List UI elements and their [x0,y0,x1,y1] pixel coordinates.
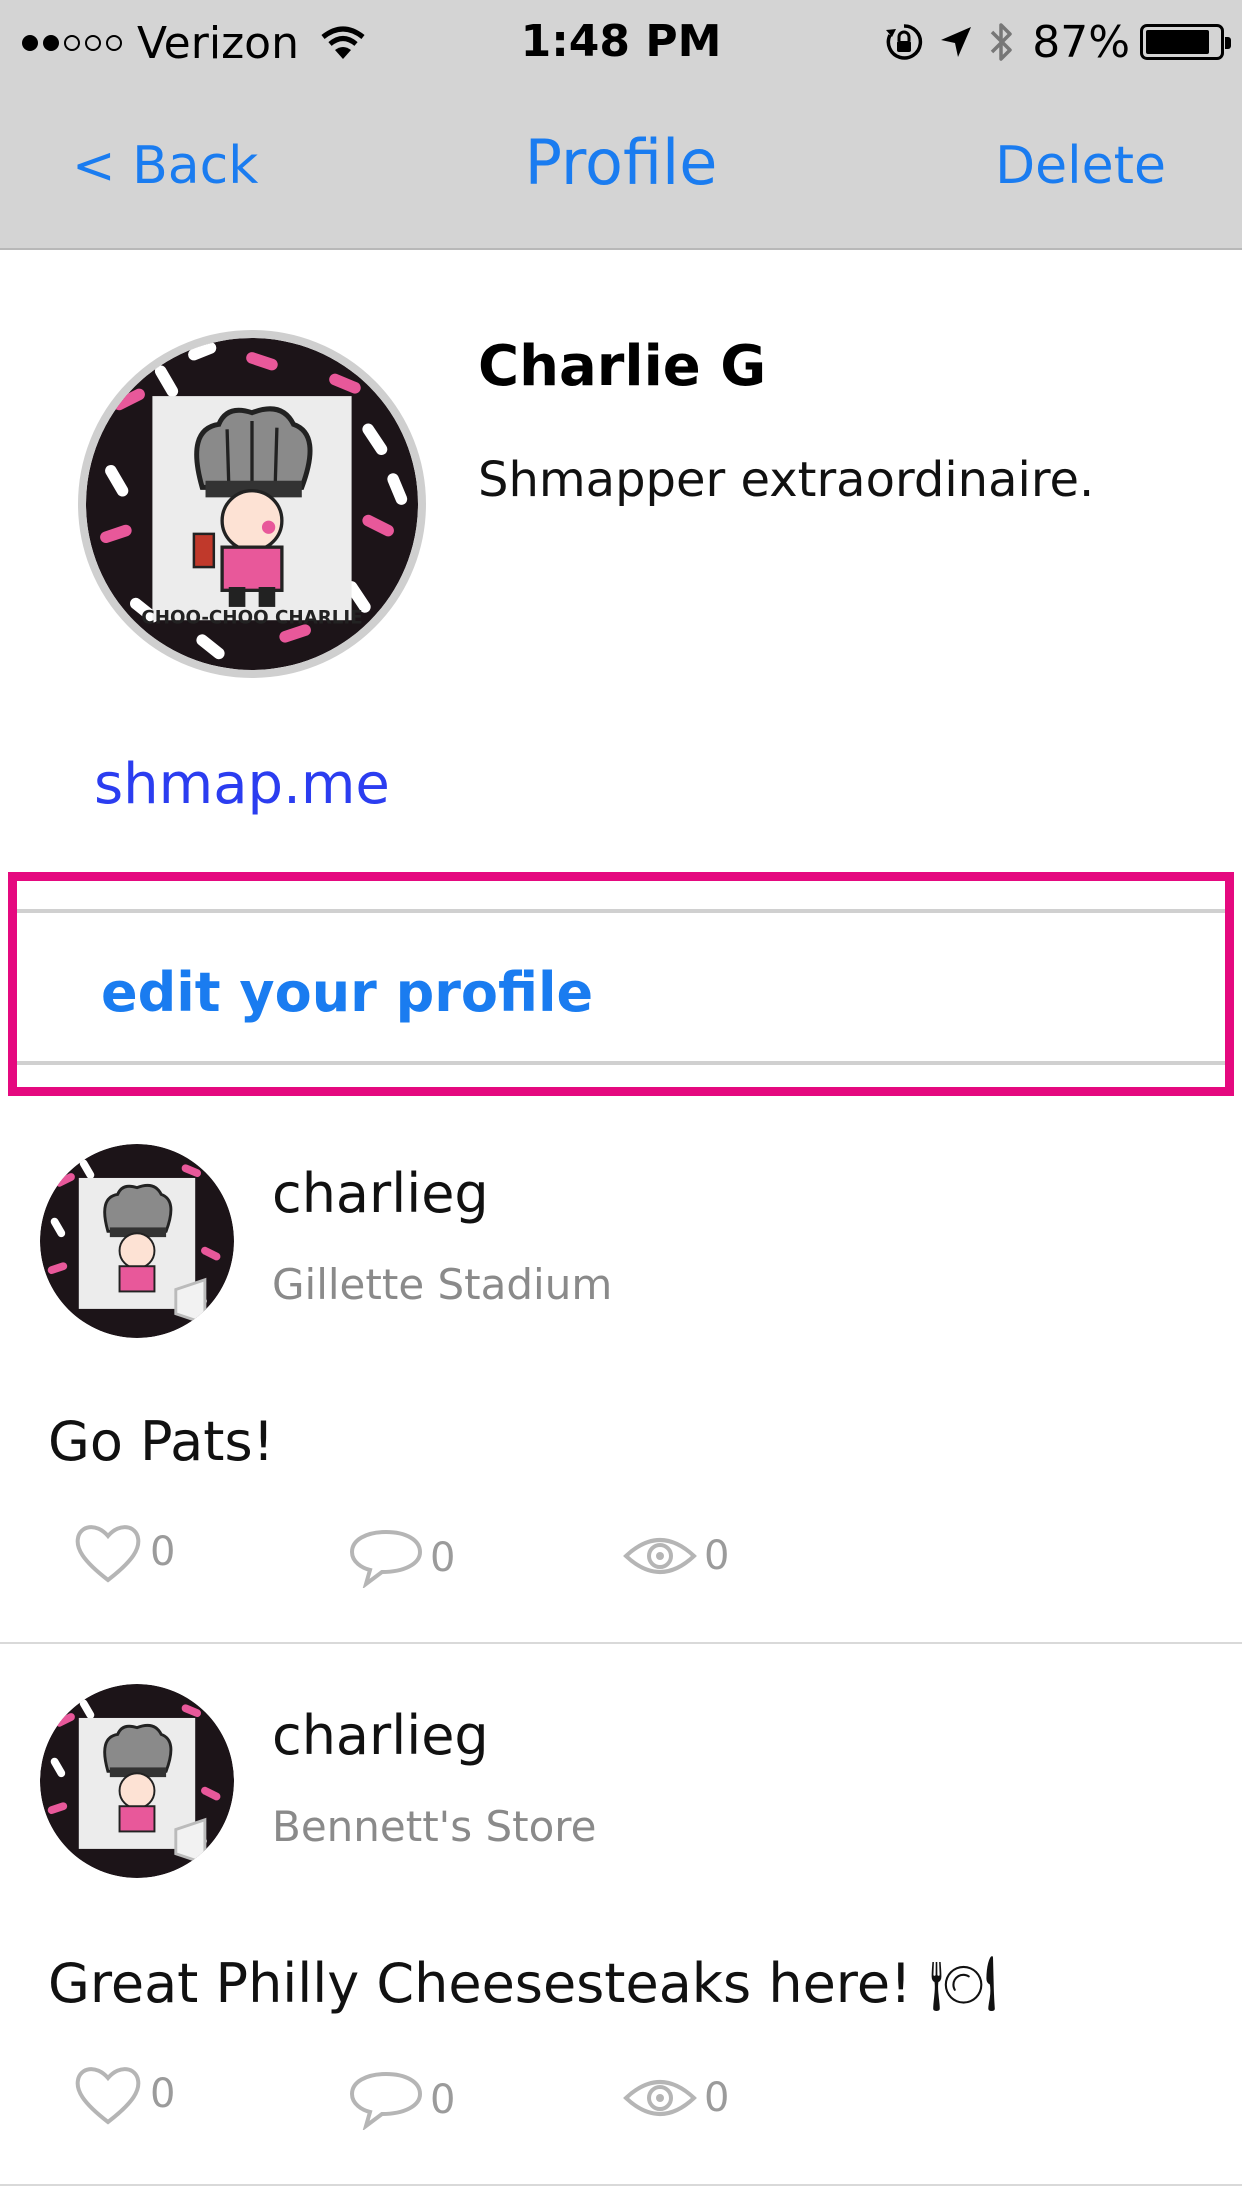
location-arrow-icon [941,27,972,57]
post-place[interactable]: Bennett's Store [272,1802,596,1851]
like-button[interactable]: 0 [72,2062,175,2126]
post-text: Go Pats! [48,1410,275,1473]
svg-text:CHOO-CHOO CHARLIE: CHOO-CHOO CHARLIE [141,608,362,629]
divider [0,2184,1242,2186]
post-item[interactable]: charlieg Bennett's Store Great Philly Ch… [0,1644,1242,2184]
eye-icon [623,1538,697,1574]
battery-fill [1146,30,1209,54]
avatar-image [40,1684,234,1878]
battery-icon [1140,24,1231,60]
comment-icon [349,1529,423,1588]
eye-icon [623,2080,697,2116]
view-count: 0 [704,2075,730,2121]
profile-website-link[interactable]: shmap.me [94,752,390,817]
post-avatar[interactable] [40,1684,234,1878]
comment-count: 0 [430,2077,456,2123]
navigation-bar: < Back Profile Delete [0,84,1242,250]
rotation-lock-icon [886,24,923,60]
like-count: 0 [150,1529,176,1575]
comment-button[interactable]: 0 [348,1528,455,1588]
battery-percent: 87% [1032,16,1130,68]
status-right: 87% [870,16,1231,68]
post-username[interactable]: charlieg [272,1704,489,1767]
edit-profile-button[interactable]: edit your profile [101,961,593,1024]
post-item[interactable]: charlieg Gillette Stadium Go Pats! 0 0 0 [0,1100,1242,1640]
profile-avatar[interactable]: CHOO-CHOO CHARLIE [78,330,426,678]
post-place[interactable]: Gillette Stadium [272,1260,612,1309]
post-text: Great Philly Cheesesteaks here! 🍽 [48,1952,998,2015]
heart-icon [75,2067,141,2125]
status-bar: Verizon 1:48 PM 87% [0,0,1242,84]
views-indicator: 0 [622,1532,729,1580]
post-avatar[interactable] [40,1144,234,1338]
comment-count: 0 [430,1535,456,1581]
post-username[interactable]: charlieg [272,1162,489,1225]
heart-icon [75,1525,141,1583]
divider [17,1061,1225,1065]
avatar-image: CHOO-CHOO CHARLIE [86,338,418,670]
like-button[interactable]: 0 [72,1520,175,1584]
comment-button[interactable]: 0 [348,2070,455,2130]
comment-icon [349,2071,423,2130]
edit-profile-section[interactable]: edit your profile [8,872,1234,1096]
profile-name: Charlie G [478,334,767,399]
bluetooth-icon [990,23,1012,61]
view-count: 0 [704,1533,730,1579]
views-indicator: 0 [622,2074,729,2122]
divider [17,909,1225,913]
profile-bio: Shmapper extraordinaire. [478,452,1095,508]
avatar-image [40,1144,234,1338]
delete-button[interactable]: Delete [995,136,1166,196]
like-count: 0 [150,2071,176,2117]
